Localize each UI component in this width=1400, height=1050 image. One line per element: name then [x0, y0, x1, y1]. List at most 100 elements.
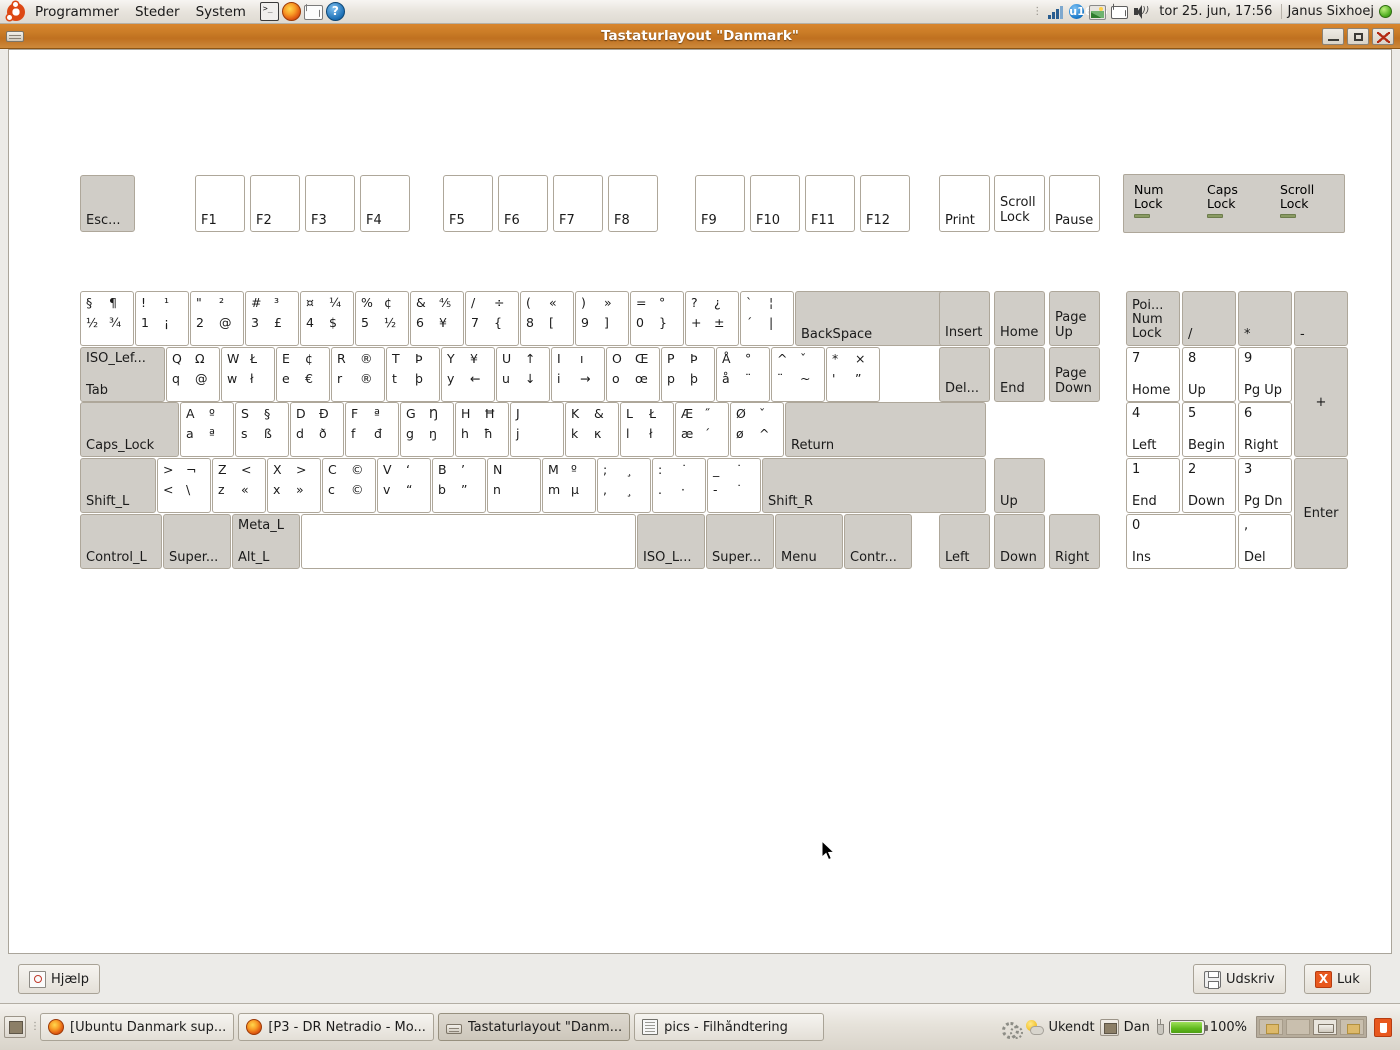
key-i[interactable]: Iı i →: [551, 347, 605, 402]
maximize-button[interactable]: [1347, 27, 1369, 45]
key-z[interactable]: Z < z «: [212, 458, 266, 513]
power-plug-icon[interactable]: [1155, 1019, 1164, 1035]
taskbar-item-2[interactable]: Tastaturlayout "Danm...: [437, 1013, 631, 1041]
key-f5[interactable]: F5: [443, 175, 493, 232]
key-n[interactable]: Nn: [487, 458, 541, 513]
key-f4[interactable]: F4: [360, 175, 410, 232]
key-f1[interactable]: F1: [195, 175, 245, 232]
key-super-left[interactable]: Super...: [163, 514, 231, 569]
key-f11[interactable]: F11: [805, 175, 855, 232]
key-9[interactable]: ) » 9]: [575, 291, 629, 346]
taskbar-item-0[interactable]: [Ubuntu Danmark sup...: [40, 1013, 235, 1041]
key-numpad-3-pg-dn[interactable]: 3 Pg Dn: [1238, 458, 1292, 513]
key-escape[interactable]: Esc...: [80, 175, 135, 232]
key-f7[interactable]: F7: [553, 175, 603, 232]
key-r[interactable]: R ® r ®: [331, 347, 385, 402]
key-c[interactable]: C © c ©: [322, 458, 376, 513]
close-button[interactable]: [1372, 27, 1394, 45]
key-j[interactable]: Jj: [510, 402, 564, 457]
key-space[interactable]: [301, 514, 636, 569]
key-b[interactable]: B ’ b ”: [432, 458, 486, 513]
taskbar-item-1[interactable]: [P3 - DR Netradio - Mo...: [238, 1013, 434, 1041]
key-y[interactable]: Y ¥ y ←: [441, 347, 495, 402]
key-numpad-multiply[interactable]: *: [1238, 291, 1292, 346]
weather-label[interactable]: Ukendt: [1048, 1020, 1094, 1035]
key-arrow-up[interactable]: Up: [994, 458, 1045, 513]
key-f3[interactable]: F3: [305, 175, 355, 232]
key-control-right[interactable]: Contr...: [844, 514, 912, 569]
key-key[interactable]: ? ¿ + ±: [685, 291, 739, 346]
key-v[interactable]: V ‘ v “: [377, 458, 431, 513]
key-arrow-right[interactable]: Right: [1049, 514, 1100, 569]
print-button[interactable]: Udskriv: [1193, 964, 1286, 994]
key-page-up[interactable]: Page Up: [1049, 291, 1100, 346]
availability-status-icon[interactable]: [1379, 5, 1392, 18]
key-f2[interactable]: F2: [250, 175, 300, 232]
key-num-lock[interactable]: Poi... Num Lock: [1126, 291, 1180, 346]
workspace-2[interactable]: [1286, 1019, 1310, 1035]
key-p[interactable]: PÞpþ: [661, 347, 715, 402]
key-7[interactable]: / ÷ 7 {: [465, 291, 519, 346]
key-l[interactable]: L Łl ł: [620, 402, 674, 457]
key-m[interactable]: Mºmµ: [542, 458, 596, 513]
key-shift-left[interactable]: Shift_L: [80, 458, 156, 513]
key-3[interactable]: # ³ 3 £: [245, 291, 299, 346]
gears-icon[interactable]: [1002, 1019, 1024, 1039]
key-8[interactable]: (« 8 [: [520, 291, 574, 346]
battery-icon[interactable]: [1168, 1019, 1208, 1035]
key-f12[interactable]: F12: [860, 175, 910, 232]
screenshot-icon[interactable]: [1089, 4, 1107, 20]
key-h[interactable]: HĦhħ: [455, 402, 509, 457]
key-numpad-8-up[interactable]: 8 Up: [1182, 347, 1236, 402]
menu-steder[interactable]: Steder: [127, 0, 188, 24]
key-numpad-enter[interactable]: Enter: [1294, 458, 1348, 569]
key-numpad-6-right[interactable]: 6 Right: [1238, 402, 1292, 457]
show-desktop-button[interactable]: [4, 1016, 26, 1038]
key-a[interactable]: Aºaª: [180, 402, 234, 457]
taskbar-item-3[interactable]: pics - Filhåndtering: [634, 1013, 825, 1041]
key-key[interactable]: Ø ˇ ø ^: [730, 402, 784, 457]
volume-icon[interactable]: )): [1133, 4, 1150, 20]
key-5[interactable]: % ¢ 5 ½: [355, 291, 409, 346]
key-delete[interactable]: Del...: [939, 347, 990, 402]
weather-icon[interactable]: [1025, 1019, 1045, 1036]
keyboard-layout-label[interactable]: Dan: [1124, 1020, 1150, 1035]
key-t[interactable]: TÞt þ: [386, 347, 440, 402]
key-6[interactable]: & ⅘ 6 ¥: [410, 291, 464, 346]
ubuntu-logo-icon[interactable]: [7, 1, 25, 21]
key-g[interactable]: GŊgŋ: [400, 402, 454, 457]
key-numpad-0-ins[interactable]: 0 Ins: [1126, 514, 1236, 569]
envelope-icon[interactable]: [1111, 6, 1129, 19]
terminal-icon[interactable]: [259, 2, 279, 21]
key-f8[interactable]: F8: [608, 175, 658, 232]
key-e[interactable]: E ¢ e €: [276, 347, 330, 402]
key-iso-level3-shift[interactable]: ISO_L...: [637, 514, 705, 569]
user-name[interactable]: Janus Sixhoej: [1287, 4, 1374, 19]
key-q[interactable]: Q Ωq @: [166, 347, 220, 402]
key-numpad-divide[interactable]: /: [1182, 291, 1236, 346]
key-f10[interactable]: F10: [750, 175, 800, 232]
key-menu[interactable]: Menu: [775, 514, 843, 569]
key-section[interactable]: § ¶ ½ ¾: [80, 291, 134, 346]
menu-programmer[interactable]: Programmer: [27, 0, 127, 24]
key-scroll-lock[interactable]: Scroll Lock: [994, 175, 1045, 232]
key-numpad-9-pg-up[interactable]: 9 Pg Up: [1238, 347, 1292, 402]
key-x[interactable]: X > x »: [267, 458, 321, 513]
key-f6[interactable]: F6: [498, 175, 548, 232]
key-key[interactable]: Å ° å ¨: [716, 347, 770, 402]
firefox-icon[interactable]: [281, 2, 301, 21]
clock[interactable]: tor 25. jun, 17:56: [1155, 4, 1276, 19]
workspace-4[interactable]: [1340, 1019, 1364, 1035]
keyboard-indicator-icon[interactable]: [1099, 1018, 1119, 1036]
key-2[interactable]: " ² 2 @: [190, 291, 244, 346]
key-return[interactable]: Return: [785, 402, 986, 457]
key-print[interactable]: Print: [939, 175, 990, 232]
key-numpad-5-begin[interactable]: 5 Begin: [1182, 402, 1236, 457]
key-1[interactable]: ! ¹ 1 ¡: [135, 291, 189, 346]
key-numpad-1-end[interactable]: 1 End: [1126, 458, 1180, 513]
key-pause[interactable]: Pause: [1049, 175, 1100, 232]
key-key[interactable]: _ ˙ - ˙: [707, 458, 761, 513]
key-shift-right[interactable]: Shift_R: [762, 458, 986, 513]
key-o[interactable]: OŒoœ: [606, 347, 660, 402]
key-u[interactable]: U ↑ u ↓: [496, 347, 550, 402]
